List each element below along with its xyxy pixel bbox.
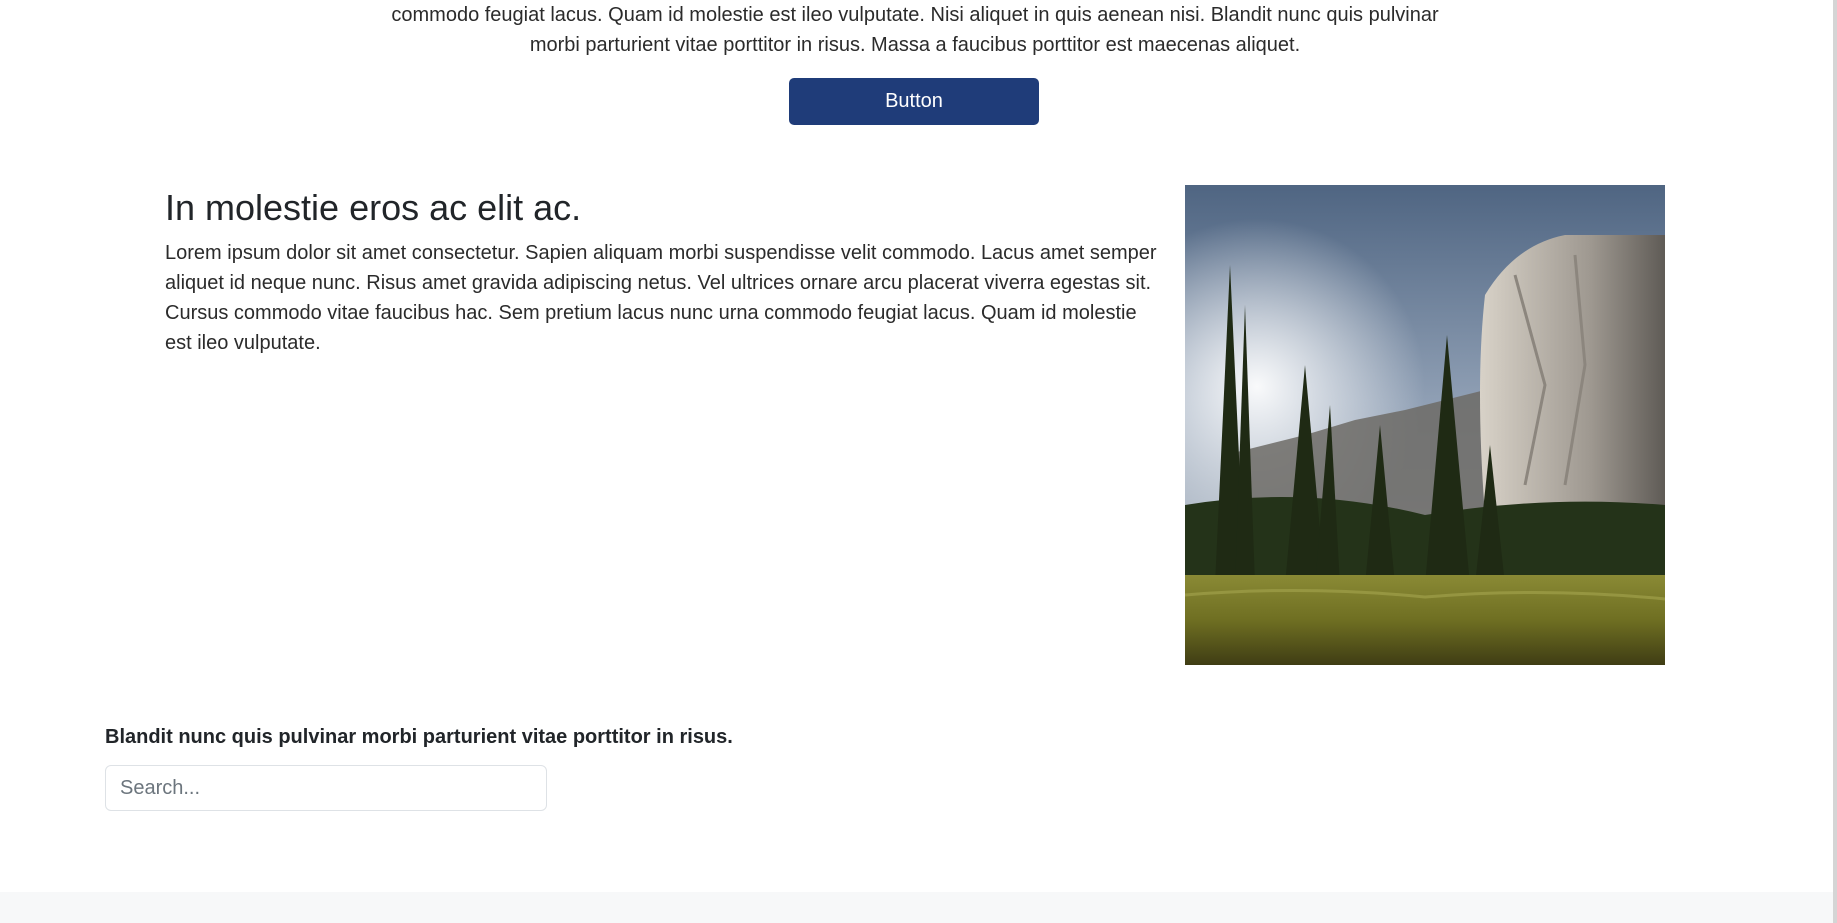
feature-text: Lorem ipsum dolor sit amet consectetur. … bbox=[165, 242, 1157, 354]
intro-line-2: morbi parturient vitae porttitor in risu… bbox=[529, 34, 1301, 56]
footer bbox=[0, 892, 1833, 923]
feature-heading: In molestie eros ac elit ac. bbox=[165, 187, 582, 228]
primary-button[interactable]: Button bbox=[789, 78, 1039, 125]
feature-image bbox=[1185, 185, 1665, 665]
search-input[interactable] bbox=[105, 765, 547, 811]
intro-line-1: commodo feugiat lacus. Quam id molestie … bbox=[391, 4, 1439, 26]
scrollbar-gutter bbox=[1833, 0, 1837, 923]
search-label: Blandit nunc quis pulvinar morbi parturi… bbox=[105, 726, 733, 748]
page-content: commodo feugiat lacus. Quam id molestie … bbox=[0, 0, 1833, 923]
intro-paragraph: commodo feugiat lacus. Quam id molestie … bbox=[380, 0, 1450, 60]
